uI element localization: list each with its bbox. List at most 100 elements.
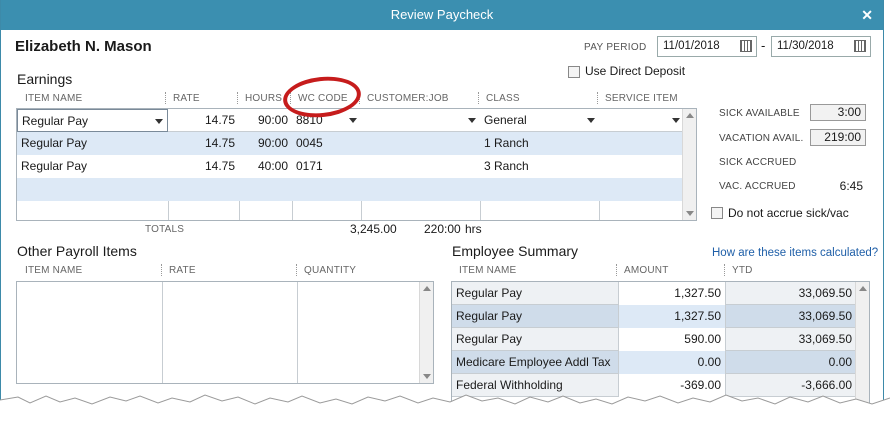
column-separator[interactable] (724, 264, 726, 276)
item-name-cell[interactable]: Regular Pay (17, 132, 168, 155)
summary-ytd-cell: 33,069.50 (725, 305, 856, 328)
customer-job-dropdown[interactable] (361, 109, 480, 132)
column-separator[interactable] (237, 92, 239, 104)
chevron-down-icon[interactable] (349, 118, 357, 123)
earnings-title: Earnings (17, 71, 73, 87)
summary-amount-cell[interactable]: 590.00 (618, 328, 725, 351)
rate-cell[interactable]: 14.75 (168, 109, 239, 132)
earnings-scrollbar[interactable] (682, 109, 696, 220)
calendar-icon[interactable] (854, 40, 866, 52)
summary-ytd-cell: 33,069.50 (725, 282, 856, 305)
summary-item-cell: Regular Pay (456, 286, 523, 300)
summary-header-ytd: YTD (732, 265, 753, 276)
service-item-dropdown[interactable] (599, 109, 684, 132)
class-cell[interactable]: 3 Ranch (480, 155, 599, 178)
column-separator[interactable] (616, 264, 618, 276)
customer-job-cell[interactable] (361, 155, 480, 178)
service-item-cell[interactable] (599, 132, 684, 155)
summary-item-cell: Regular Pay (456, 332, 523, 346)
table-row[interactable]: Regular Pay 590.00 33,069.50 (452, 328, 856, 351)
sick-available-value: 3:00 (810, 104, 866, 121)
table-row[interactable]: Regular Pay 14.75 90:00 0045 1 Ranch (17, 132, 684, 155)
table-row[interactable]: Regular Pay 14.75 40:00 0171 3 Ranch (17, 155, 684, 178)
vacation-avail-value: 219:00 (810, 129, 866, 146)
hours-cell[interactable]: 40:00 (239, 155, 292, 178)
how-calculated-link[interactable]: How are these items calculated? (712, 247, 878, 259)
wc-code-cell[interactable]: 0045 (292, 132, 361, 155)
summary-header-item-name: ITEM NAME (459, 265, 517, 276)
scroll-up-icon[interactable] (859, 286, 867, 291)
table-row[interactable]: Regular Pay 1,327.50 33,069.50 (452, 305, 856, 328)
summary-amount-cell[interactable]: 1,327.50 (618, 282, 725, 305)
sick-accrued-label: SICK ACCRUED (719, 157, 797, 168)
table-row[interactable]: Medicare Employee Addl Tax 0.00 0.00 (452, 351, 856, 374)
vac-accrued-label: VAC. ACCRUED (719, 181, 796, 192)
date-range-dash: - (761, 38, 766, 53)
totals-label: TOTALS (145, 224, 185, 235)
employee-summary-title: Employee Summary (452, 243, 579, 259)
chevron-down-icon[interactable] (468, 118, 476, 123)
earnings-header-service-item: SERVICE ITEM (605, 93, 678, 104)
rate-cell[interactable]: 14.75 (168, 132, 239, 155)
column-separator[interactable] (296, 264, 298, 276)
calendar-icon[interactable] (740, 40, 752, 52)
sick-available-label: SICK AVAILABLE (719, 108, 800, 119)
close-icon[interactable]: ✕ (861, 0, 873, 30)
scroll-up-icon[interactable] (686, 113, 694, 118)
vacation-avail-label: VACATION AVAIL. (719, 133, 804, 144)
pay-period-to-field[interactable]: 11/30/2018 (771, 36, 871, 57)
earnings-header-item-name: ITEM NAME (25, 93, 83, 104)
service-item-cell[interactable] (599, 155, 684, 178)
hours-cell[interactable]: 90:00 (239, 109, 292, 132)
earnings-header-customer-job: CUSTOMER:JOB (367, 93, 449, 104)
earnings-header-rate: RATE (173, 93, 200, 104)
table-row[interactable]: Regular Pay 14.75 90:00 8810 General (17, 109, 684, 132)
chevron-down-icon[interactable] (155, 119, 163, 124)
column-separator[interactable] (597, 92, 599, 104)
other-payroll-scrollbar[interactable] (419, 282, 433, 383)
window-title: Review Paycheck (390, 7, 494, 22)
earnings-header-hours: HOURS (245, 93, 283, 104)
other-header-item-name: ITEM NAME (25, 265, 83, 276)
scroll-up-icon[interactable] (423, 286, 431, 291)
column-separator[interactable] (165, 92, 167, 104)
direct-deposit-label: Use Direct Deposit (585, 64, 686, 78)
summary-ytd-cell: 0.00 (725, 351, 856, 374)
other-payroll-table[interactable] (16, 281, 434, 384)
totals-hours: 220:00 (424, 222, 461, 236)
table-row[interactable]: Regular Pay 1,327.50 33,069.50 (452, 282, 856, 305)
totals-hours-unit: hrs (465, 222, 482, 236)
item-name-value: Regular Pay (22, 114, 89, 128)
other-header-rate: RATE (169, 265, 196, 276)
hours-cell[interactable]: 90:00 (239, 132, 292, 155)
wc-code-cell[interactable]: 0171 (292, 155, 361, 178)
scroll-down-icon[interactable] (686, 211, 694, 216)
pay-period-from-field[interactable]: 11/01/2018 (657, 36, 757, 57)
item-name-cell[interactable]: Regular Pay (17, 155, 168, 178)
table-row[interactable] (17, 178, 684, 201)
vac-accrued-value: 6:45 (839, 179, 863, 193)
other-header-quantity: QUANTITY (304, 265, 357, 276)
employee-name: Elizabeth N. Mason (15, 38, 152, 55)
review-paycheck-window: Review Paycheck ✕ Elizabeth N. Mason PAY… (0, 0, 884, 422)
do-not-accrue-checkbox[interactable] (711, 207, 723, 219)
summary-amount-cell[interactable]: 0.00 (618, 351, 725, 374)
column-separator[interactable] (161, 264, 163, 276)
scroll-down-icon[interactable] (423, 374, 431, 379)
class-dropdown[interactable]: General (480, 109, 599, 132)
class-cell[interactable]: 1 Ranch (480, 132, 599, 155)
direct-deposit-checkbox[interactable] (568, 66, 580, 78)
chevron-down-icon[interactable] (672, 118, 680, 123)
summary-ytd-cell: 33,069.50 (725, 328, 856, 351)
summary-amount-cell[interactable]: 1,327.50 (618, 305, 725, 328)
chevron-down-icon[interactable] (587, 118, 595, 123)
rate-cell[interactable]: 14.75 (168, 155, 239, 178)
column-separator[interactable] (478, 92, 480, 104)
item-name-dropdown[interactable]: Regular Pay (17, 109, 168, 132)
summary-item-cell: Regular Pay (456, 309, 523, 323)
class-value: General (484, 113, 527, 127)
customer-job-cell[interactable] (361, 132, 480, 155)
totals-amount: 3,245.00 (350, 222, 397, 236)
other-payroll-title: Other Payroll Items (17, 243, 137, 259)
pay-period-to-value: 11/30/2018 (777, 40, 834, 52)
